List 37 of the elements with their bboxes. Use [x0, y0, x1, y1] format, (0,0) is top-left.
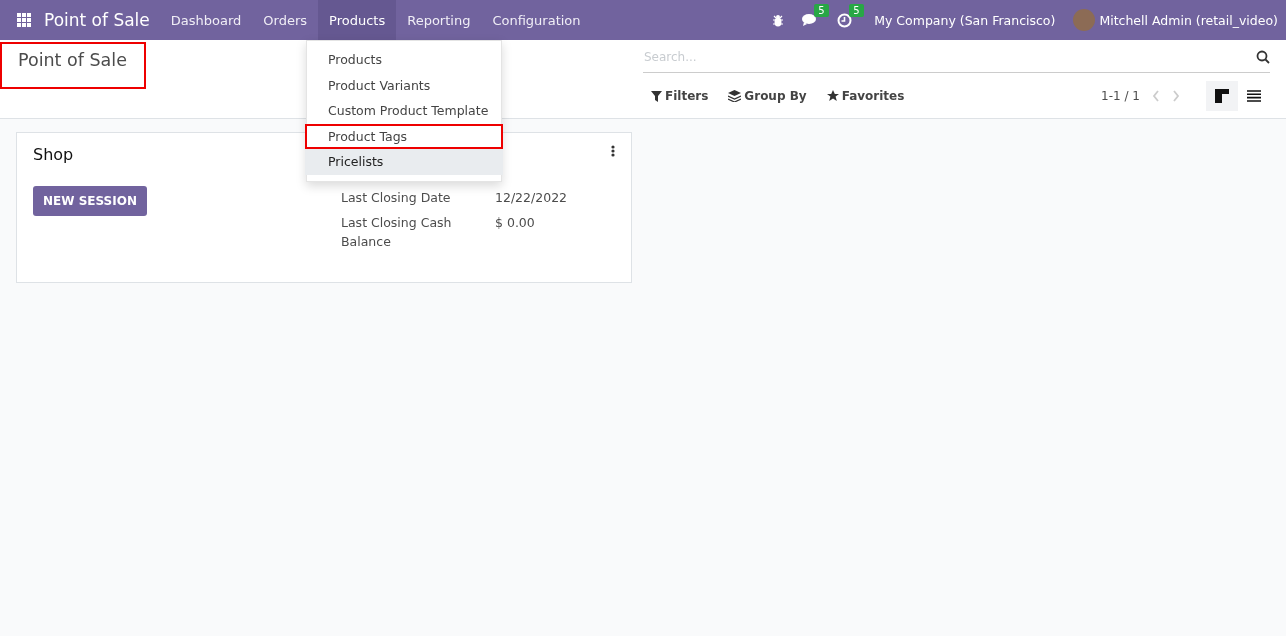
page-title: Point of Sale: [0, 42, 146, 89]
company-switcher[interactable]: My Company (San Francisco): [874, 12, 1056, 28]
activities-badge: 5: [849, 3, 864, 17]
new-session-button[interactable]: NEW SESSION: [33, 186, 147, 216]
app-grid-icon[interactable]: [17, 13, 31, 27]
filter-button[interactable]: Filters: [643, 83, 717, 109]
list-icon: [1247, 90, 1261, 102]
funnel-icon: [651, 90, 662, 102]
bug-icon[interactable]: [772, 13, 785, 27]
kebab-menu-icon[interactable]: [611, 145, 615, 157]
dropdown-item[interactable]: Pricelists: [305, 149, 503, 175]
dropdown-item[interactable]: Custom Product Template: [305, 98, 503, 124]
user-name[interactable]: Mitchell Admin (retail_video): [1099, 12, 1278, 28]
field-label: Last Closing Date: [341, 189, 452, 207]
dropdown-item[interactable]: Product Tags: [305, 123, 503, 149]
menu-item[interactable]: Configuration: [481, 0, 592, 40]
dropdown-item[interactable]: Products: [305, 47, 503, 73]
star-icon: [826, 90, 839, 102]
search-icon[interactable]: [1256, 49, 1270, 64]
field-value: $ 0.00: [495, 214, 536, 232]
menu-item[interactable]: Reporting: [396, 0, 482, 40]
messages-badge: 5: [814, 4, 829, 17]
filter-button[interactable]: Favorites: [818, 83, 913, 109]
kanban-view-button[interactable]: [1206, 81, 1238, 111]
card-title: Shop: [33, 145, 74, 164]
app-name[interactable]: Point of Sale: [44, 10, 150, 30]
menu-item[interactable]: Products: [318, 0, 397, 40]
menu-item[interactable]: Orders: [252, 0, 319, 40]
field-label: Last Closing Cash Balance: [341, 214, 453, 251]
field-value: 12/22/2022: [495, 189, 569, 207]
kanban-icon: [1215, 89, 1229, 103]
dropdown-item[interactable]: Product Variants: [305, 72, 503, 98]
clock-icon[interactable]: [837, 12, 853, 28]
menu-item[interactable]: Dashboard: [159, 0, 253, 40]
pager-value[interactable]: 1-1 / 1: [1101, 89, 1140, 103]
layers-icon: [728, 90, 742, 102]
filter-button[interactable]: Group By: [720, 83, 815, 109]
